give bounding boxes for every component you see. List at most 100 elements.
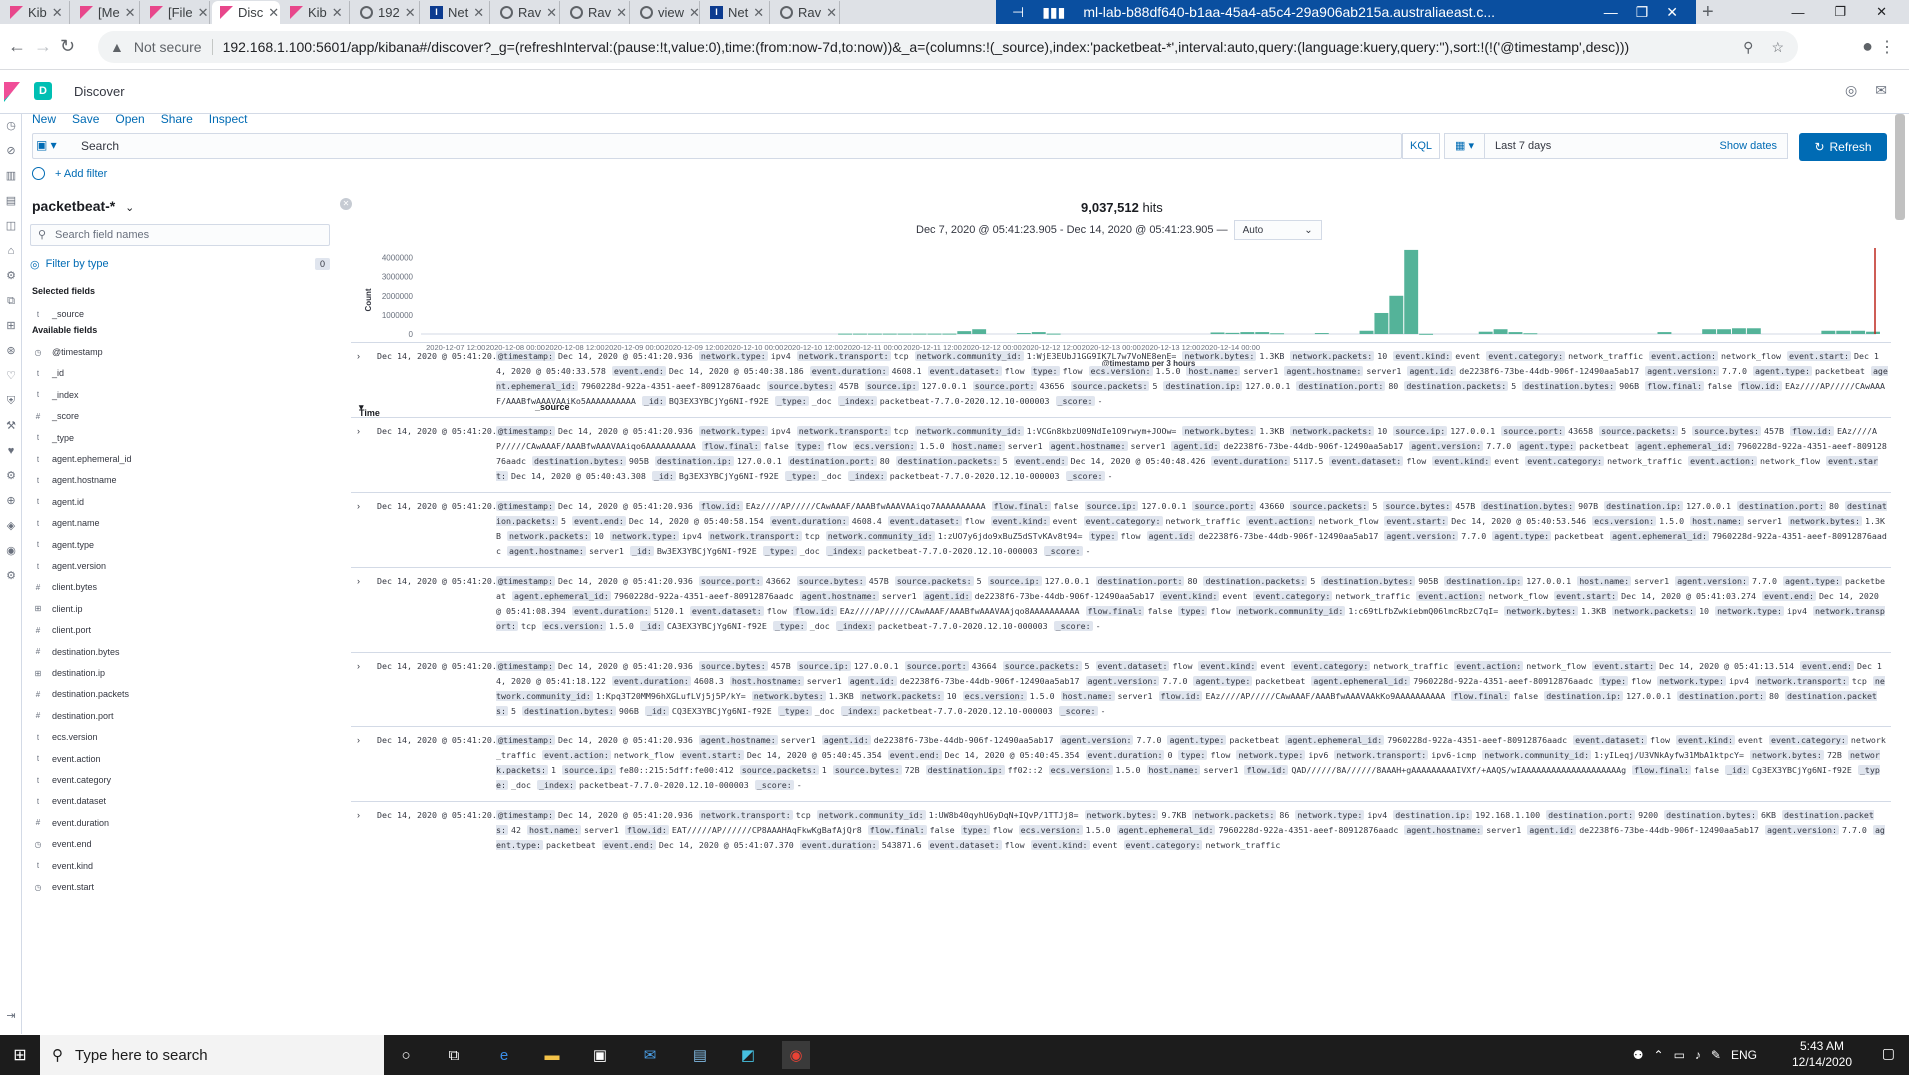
histogram-bar[interactable]	[1836, 330, 1851, 334]
mail-icon[interactable]: ✉	[636, 1041, 664, 1069]
task-view-icon[interactable]: ⧉	[440, 1041, 468, 1069]
space-avatar[interactable]: D	[34, 82, 52, 100]
field-item[interactable]: # client.port	[32, 619, 91, 641]
network-icon[interactable]: ▭	[1674, 1048, 1685, 1062]
top-nav-open[interactable]: Open	[115, 112, 144, 126]
tab-close-icon[interactable]: ✕	[616, 5, 627, 21]
help-icon[interactable]: ◎	[1845, 82, 1857, 99]
table-row[interactable]: › Dec 14, 2020 @ 05:41:20.936 @timestamp: D…	[351, 492, 1891, 567]
top-nav-inspect[interactable]: Inspect	[209, 112, 248, 126]
nav-maps-icon[interactable]: ⌂	[0, 239, 22, 264]
histogram-bar[interactable]	[1314, 333, 1329, 335]
histogram-bar[interactable]	[1523, 333, 1538, 335]
browser-tab[interactable]: Rav ✕	[492, 1, 560, 24]
browser-tab[interactable]: Rav ✕	[772, 1, 840, 24]
histogram-bar[interactable]	[1657, 332, 1672, 334]
tab-close-icon[interactable]: ✕	[268, 5, 279, 21]
top-nav-share[interactable]: Share	[161, 112, 193, 126]
expand-row-icon[interactable]: ›	[357, 426, 360, 436]
browser-tab[interactable]: [File ✕	[142, 1, 210, 24]
nav-visualize-icon[interactable]: ▥	[0, 164, 22, 189]
input-language[interactable]: ENG	[1731, 1048, 1757, 1062]
nav-management-icon[interactable]: ⚙	[0, 464, 22, 489]
search-input[interactable]: Search	[32, 133, 1402, 159]
field-item[interactable]: ◷ @timestamp	[32, 341, 103, 363]
histogram-bar[interactable]	[1240, 332, 1255, 334]
field-item[interactable]: # destination.bytes	[32, 641, 120, 663]
histogram-bar[interactable]	[927, 333, 942, 335]
table-row[interactable]: › Dec 14, 2020 @ 05:41:20.936 @timestamp: D…	[351, 342, 1891, 417]
browser-tab[interactable]: I Net ✕	[702, 1, 770, 24]
start-button[interactable]: ⊞	[0, 1035, 40, 1075]
cortana-icon[interactable]: ○	[392, 1041, 420, 1069]
forward-icon[interactable]: →	[34, 36, 52, 57]
expand-row-icon[interactable]: ›	[357, 576, 360, 586]
nav-uptime-icon[interactable]: ♡	[0, 364, 22, 389]
nav-ml-icon[interactable]: ⚙	[0, 264, 22, 289]
browser-tab[interactable]: I Net ✕	[422, 1, 490, 24]
field-search-input[interactable]: ⚲ Search field names	[30, 224, 330, 246]
nav-metrics-icon[interactable]: ⧉	[0, 289, 22, 314]
person-icon[interactable]: ⚉	[1633, 1048, 1644, 1062]
filter-options-icon[interactable]	[32, 167, 45, 180]
nav-apm-icon[interactable]: ⊛	[0, 339, 22, 364]
volume-icon[interactable]: ♪	[1695, 1048, 1701, 1062]
field-item[interactable]: t event.kind	[32, 855, 93, 877]
zoom-icon[interactable]: ⚲	[1743, 39, 1753, 56]
histogram-bar[interactable]	[1210, 332, 1225, 334]
field-item[interactable]: t ecs.version	[32, 726, 98, 748]
browser-tab[interactable]: [Me ✕	[72, 1, 140, 24]
field-item[interactable]: # client.bytes	[32, 576, 97, 598]
nav-canvas-icon[interactable]: ◫	[0, 214, 22, 239]
app-2-icon[interactable]: ◩	[734, 1041, 762, 1069]
field-item[interactable]: # destination.port	[32, 705, 114, 727]
histogram-bar[interactable]	[1731, 328, 1746, 334]
filter-by-type-button[interactable]: ◎ Filter by type 0	[30, 254, 330, 274]
profile-avatar-icon[interactable]: ●	[1862, 36, 1873, 57]
store-icon[interactable]: ▣	[586, 1041, 614, 1069]
kql-toggle[interactable]: KQL	[1402, 133, 1440, 159]
histogram-bar[interactable]	[972, 329, 987, 334]
chrome-icon[interactable]: ◉	[782, 1041, 810, 1069]
browser-tab[interactable]: Disc ✕	[212, 1, 280, 24]
tab-close-icon[interactable]: ✕	[826, 5, 837, 21]
histogram-bar[interactable]	[1046, 333, 1061, 335]
top-nav-new[interactable]: New	[32, 112, 56, 126]
table-row[interactable]: › Dec 14, 2020 @ 05:41:20.936 @timestamp: D…	[351, 652, 1891, 726]
histogram-bar[interactable]	[1270, 333, 1285, 335]
histogram-bar[interactable]	[1374, 312, 1389, 334]
add-filter-link[interactable]: + Add filter	[55, 168, 107, 180]
restore-button[interactable]: ❐	[1834, 4, 1846, 20]
field-item[interactable]: ⊞ client.ip	[32, 598, 83, 620]
tab-close-icon[interactable]: ✕	[753, 5, 764, 21]
nav-logs-icon[interactable]: ⊞	[0, 314, 22, 339]
interval-select[interactable]: Auto ⌄	[1233, 220, 1322, 240]
expand-row-icon[interactable]: ›	[357, 735, 360, 745]
browser-tab[interactable]: Kib ✕	[2, 1, 70, 24]
nav-extra-1-icon[interactable]: ⊕	[0, 489, 22, 514]
histogram-bar[interactable]	[1404, 249, 1419, 334]
histogram-bar[interactable]	[1508, 332, 1523, 334]
back-icon[interactable]: ←	[8, 36, 26, 57]
close-button[interactable]: ✕	[1876, 4, 1887, 20]
browser-tab[interactable]: 192 ✕	[352, 1, 420, 24]
tab-close-icon[interactable]: ✕	[546, 5, 557, 21]
omnibox[interactable]: ▲ Not secure 192.168.1.100:5601/app/kiba…	[98, 31, 1798, 63]
field-item[interactable]: t _index	[32, 384, 79, 406]
chevron-up-icon[interactable]: ⌃	[1654, 1048, 1664, 1062]
nav-discover-icon[interactable]: ⊘	[0, 139, 22, 164]
taskbar-clock[interactable]: 5:43 AM 12/14/2020	[1787, 1038, 1857, 1070]
saved-query-icon[interactable]: ▣ ▾	[36, 138, 57, 152]
histogram-bar[interactable]	[1821, 330, 1836, 334]
tab-close-icon[interactable]: ✕	[198, 5, 209, 21]
field-item[interactable]: t agent.id	[32, 491, 84, 513]
nav-extra-4-icon[interactable]: ⚙	[0, 564, 22, 589]
date-picker[interactable]: ▦ ▾ Last 7 days Show dates	[1444, 133, 1788, 159]
histogram-bar[interactable]	[1225, 332, 1240, 334]
expand-row-icon[interactable]: ›	[357, 810, 360, 820]
browser-tab[interactable]: Rav ✕	[562, 1, 630, 24]
top-nav-save[interactable]: Save	[72, 112, 99, 126]
collapse-nav-icon[interactable]: ⇥	[0, 1004, 22, 1029]
field-item[interactable]: ⊞ destination.ip	[32, 662, 105, 684]
kibana-logo-icon[interactable]	[4, 82, 20, 102]
